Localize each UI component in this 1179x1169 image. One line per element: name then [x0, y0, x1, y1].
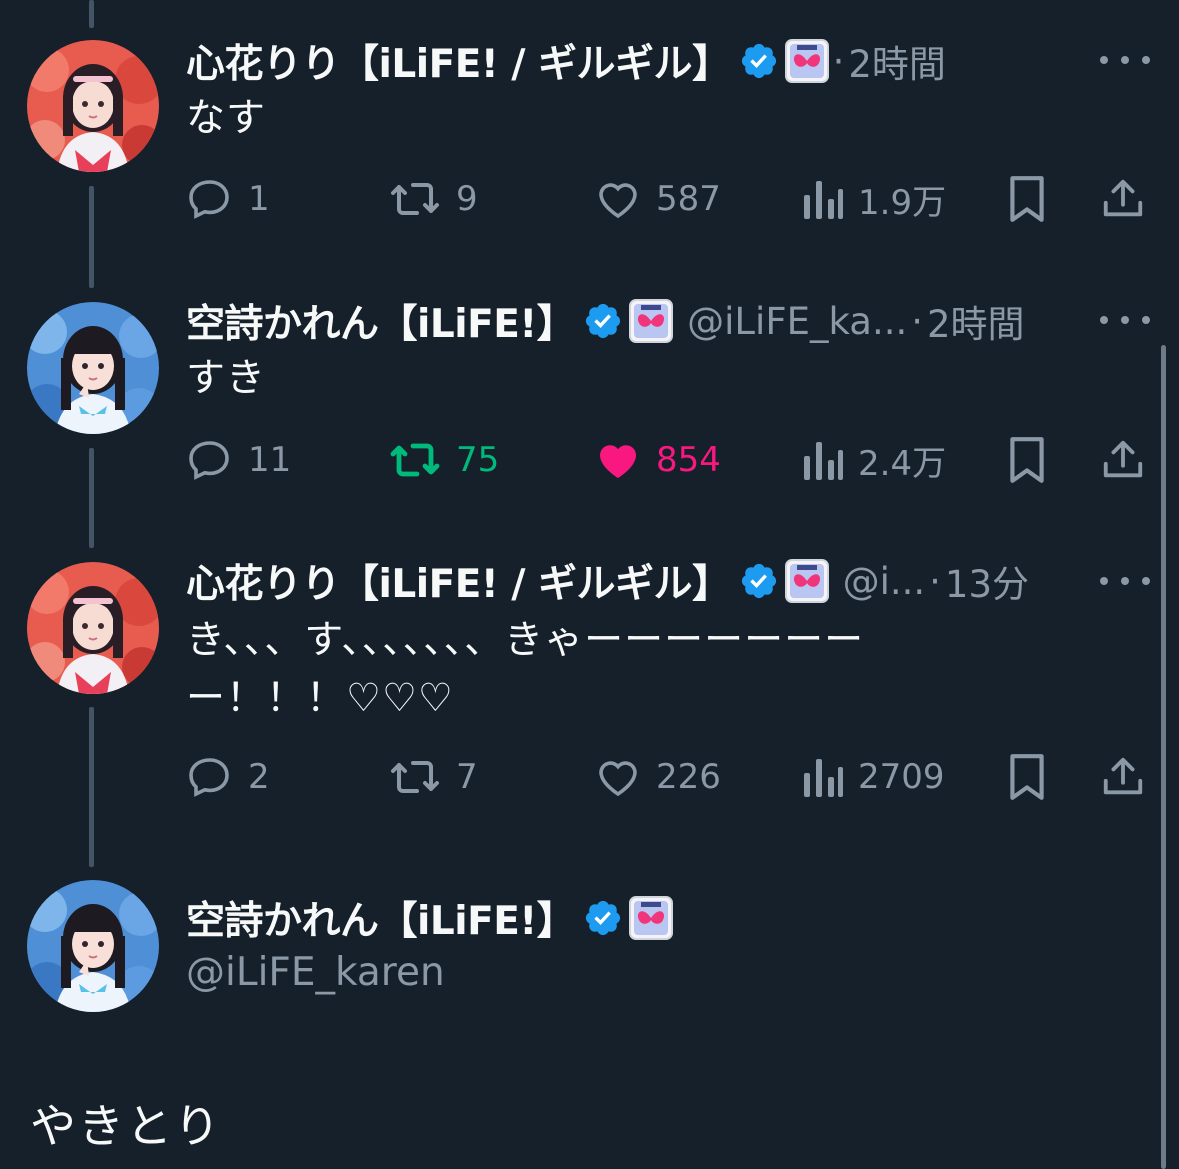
reply-count: 1: [248, 179, 270, 219]
tweet-actions: 11 75 854 2.4万: [0, 435, 1179, 485]
display-name[interactable]: 空詩かれん【iLiFE!】: [186, 890, 576, 946]
reply-button[interactable]: 1: [186, 174, 270, 224]
views-button[interactable]: 2709: [800, 752, 945, 802]
display-name[interactable]: 心花りり【iLiFE! / ギルギル】: [186, 553, 731, 609]
tweet-text-line: ー！！！♡♡♡: [186, 676, 454, 721]
more-options-icon[interactable]: [1100, 50, 1150, 70]
like-count: 587: [656, 179, 721, 219]
tweet-header: 空詩かれん【iLiFE!】: [186, 890, 674, 946]
retweet-button[interactable]: 9: [388, 174, 478, 224]
heart-filled-icon: [600, 445, 636, 478]
share-icon: [1103, 179, 1143, 217]
reply-count: 2: [248, 757, 270, 797]
more-options-icon[interactable]: [1100, 571, 1150, 591]
bookmark-button[interactable]: [1006, 752, 1048, 802]
like-count: 226: [656, 757, 721, 797]
share-button[interactable]: [1100, 435, 1146, 485]
retweet-count: 9: [456, 179, 478, 219]
share-icon: [1103, 757, 1143, 795]
reply-icon: [189, 441, 229, 480]
tweet-text-line: き、、、す、、、、、、、きゃーーーーーーー: [186, 618, 865, 663]
view-count: 2709: [858, 757, 945, 797]
view-count: 1.9万: [858, 182, 947, 223]
verified-badge-icon[interactable]: [739, 41, 779, 81]
verified-badge-icon[interactable]: [583, 898, 623, 938]
separator-dot: ·: [832, 39, 845, 83]
bookmark-icon: [1010, 437, 1044, 483]
display-name[interactable]: 心花りり【iLiFE! / ギルギル】: [186, 33, 731, 89]
tweet-text: すき: [186, 356, 267, 401]
retweet-button[interactable]: 75: [388, 435, 499, 485]
bookmark-button[interactable]: [1006, 174, 1048, 224]
display-name[interactable]: 空詩かれん【iLiFE!】: [186, 293, 576, 349]
analytics-icon: [804, 442, 843, 480]
like-count: 854: [656, 440, 721, 480]
affiliate-badge-icon[interactable]: [629, 896, 674, 940]
tweet-header: 空詩かれん【iLiFE!】 @iLiFE_ka... · 2時間: [186, 293, 1025, 349]
views-button[interactable]: 1.9万: [800, 174, 946, 224]
like-button[interactable]: 587: [594, 174, 721, 224]
verified-badge-icon[interactable]: [739, 561, 779, 601]
timestamp[interactable]: 13分: [945, 554, 1029, 608]
bookmark-icon: [1010, 754, 1044, 800]
user-handle[interactable]: @iLiFE_karen: [186, 950, 445, 995]
avatar[interactable]: [27, 40, 159, 172]
avatar[interactable]: [27, 302, 159, 434]
retweet-icon: [391, 183, 439, 215]
thread-page: 心花りり【iLiFE! / ギルギル】 · 2時間 なす 1 9 587 1.9…: [0, 0, 1179, 1169]
verified-badge-icon[interactable]: [583, 301, 623, 341]
more-options-icon[interactable]: [1100, 310, 1150, 330]
view-count: 2.4万: [858, 443, 947, 484]
separator-dot: ·: [911, 299, 923, 343]
tweet-text: き、、、す、、、、、、、きゃーーーーーーー ー！！！♡♡♡: [186, 612, 864, 728]
analytics-icon: [804, 181, 843, 219]
tweet-actions: 2 7 226 2709: [0, 752, 1179, 802]
retweet-icon: [390, 443, 440, 477]
user-handle[interactable]: @i...: [843, 560, 926, 603]
timestamp[interactable]: 2時間: [927, 294, 1025, 348]
user-handle[interactable]: @iLiFE_ka...: [687, 300, 907, 343]
avatar[interactable]: [27, 562, 159, 694]
reply-count: 11: [248, 440, 292, 480]
timestamp[interactable]: 2時間: [848, 34, 946, 88]
bookmark-button[interactable]: [1006, 435, 1048, 485]
analytics-icon: [804, 759, 843, 797]
retweet-count: 7: [456, 757, 478, 797]
reply-icon: [189, 758, 229, 797]
avatar[interactable]: [27, 880, 159, 1012]
separator-dot: ·: [929, 559, 941, 603]
tweet-header: 心花りり【iLiFE! / ギルギル】 @i... · 13分: [186, 553, 1029, 609]
heart-icon: [599, 761, 637, 797]
affiliate-badge-icon[interactable]: [784, 39, 829, 83]
retweet-icon: [391, 761, 439, 793]
tweet-actions: 1 9 587 1.9万: [0, 174, 1179, 224]
tweet-text: なす: [186, 96, 267, 141]
share-icon: [1103, 440, 1143, 478]
share-button[interactable]: [1100, 174, 1146, 224]
like-button[interactable]: 226: [594, 752, 721, 802]
thread-connector-line: [89, 0, 94, 28]
views-button[interactable]: 2.4万: [800, 435, 946, 485]
affiliate-badge-icon[interactable]: [784, 559, 829, 603]
tweet-header: 心花りり【iLiFE! / ギルギル】 · 2時間: [186, 33, 946, 89]
main-tweet-text: やきとり: [30, 1099, 222, 1153]
reply-button[interactable]: 2: [186, 752, 270, 802]
heart-icon: [599, 183, 637, 219]
retweet-count: 75: [456, 440, 500, 480]
bookmark-icon: [1010, 176, 1044, 222]
reply-button[interactable]: 11: [186, 435, 291, 485]
retweet-button[interactable]: 7: [388, 752, 478, 802]
share-button[interactable]: [1100, 752, 1146, 802]
reply-icon: [189, 180, 229, 219]
affiliate-badge-icon[interactable]: [629, 299, 674, 343]
like-button[interactable]: 854: [594, 435, 721, 485]
